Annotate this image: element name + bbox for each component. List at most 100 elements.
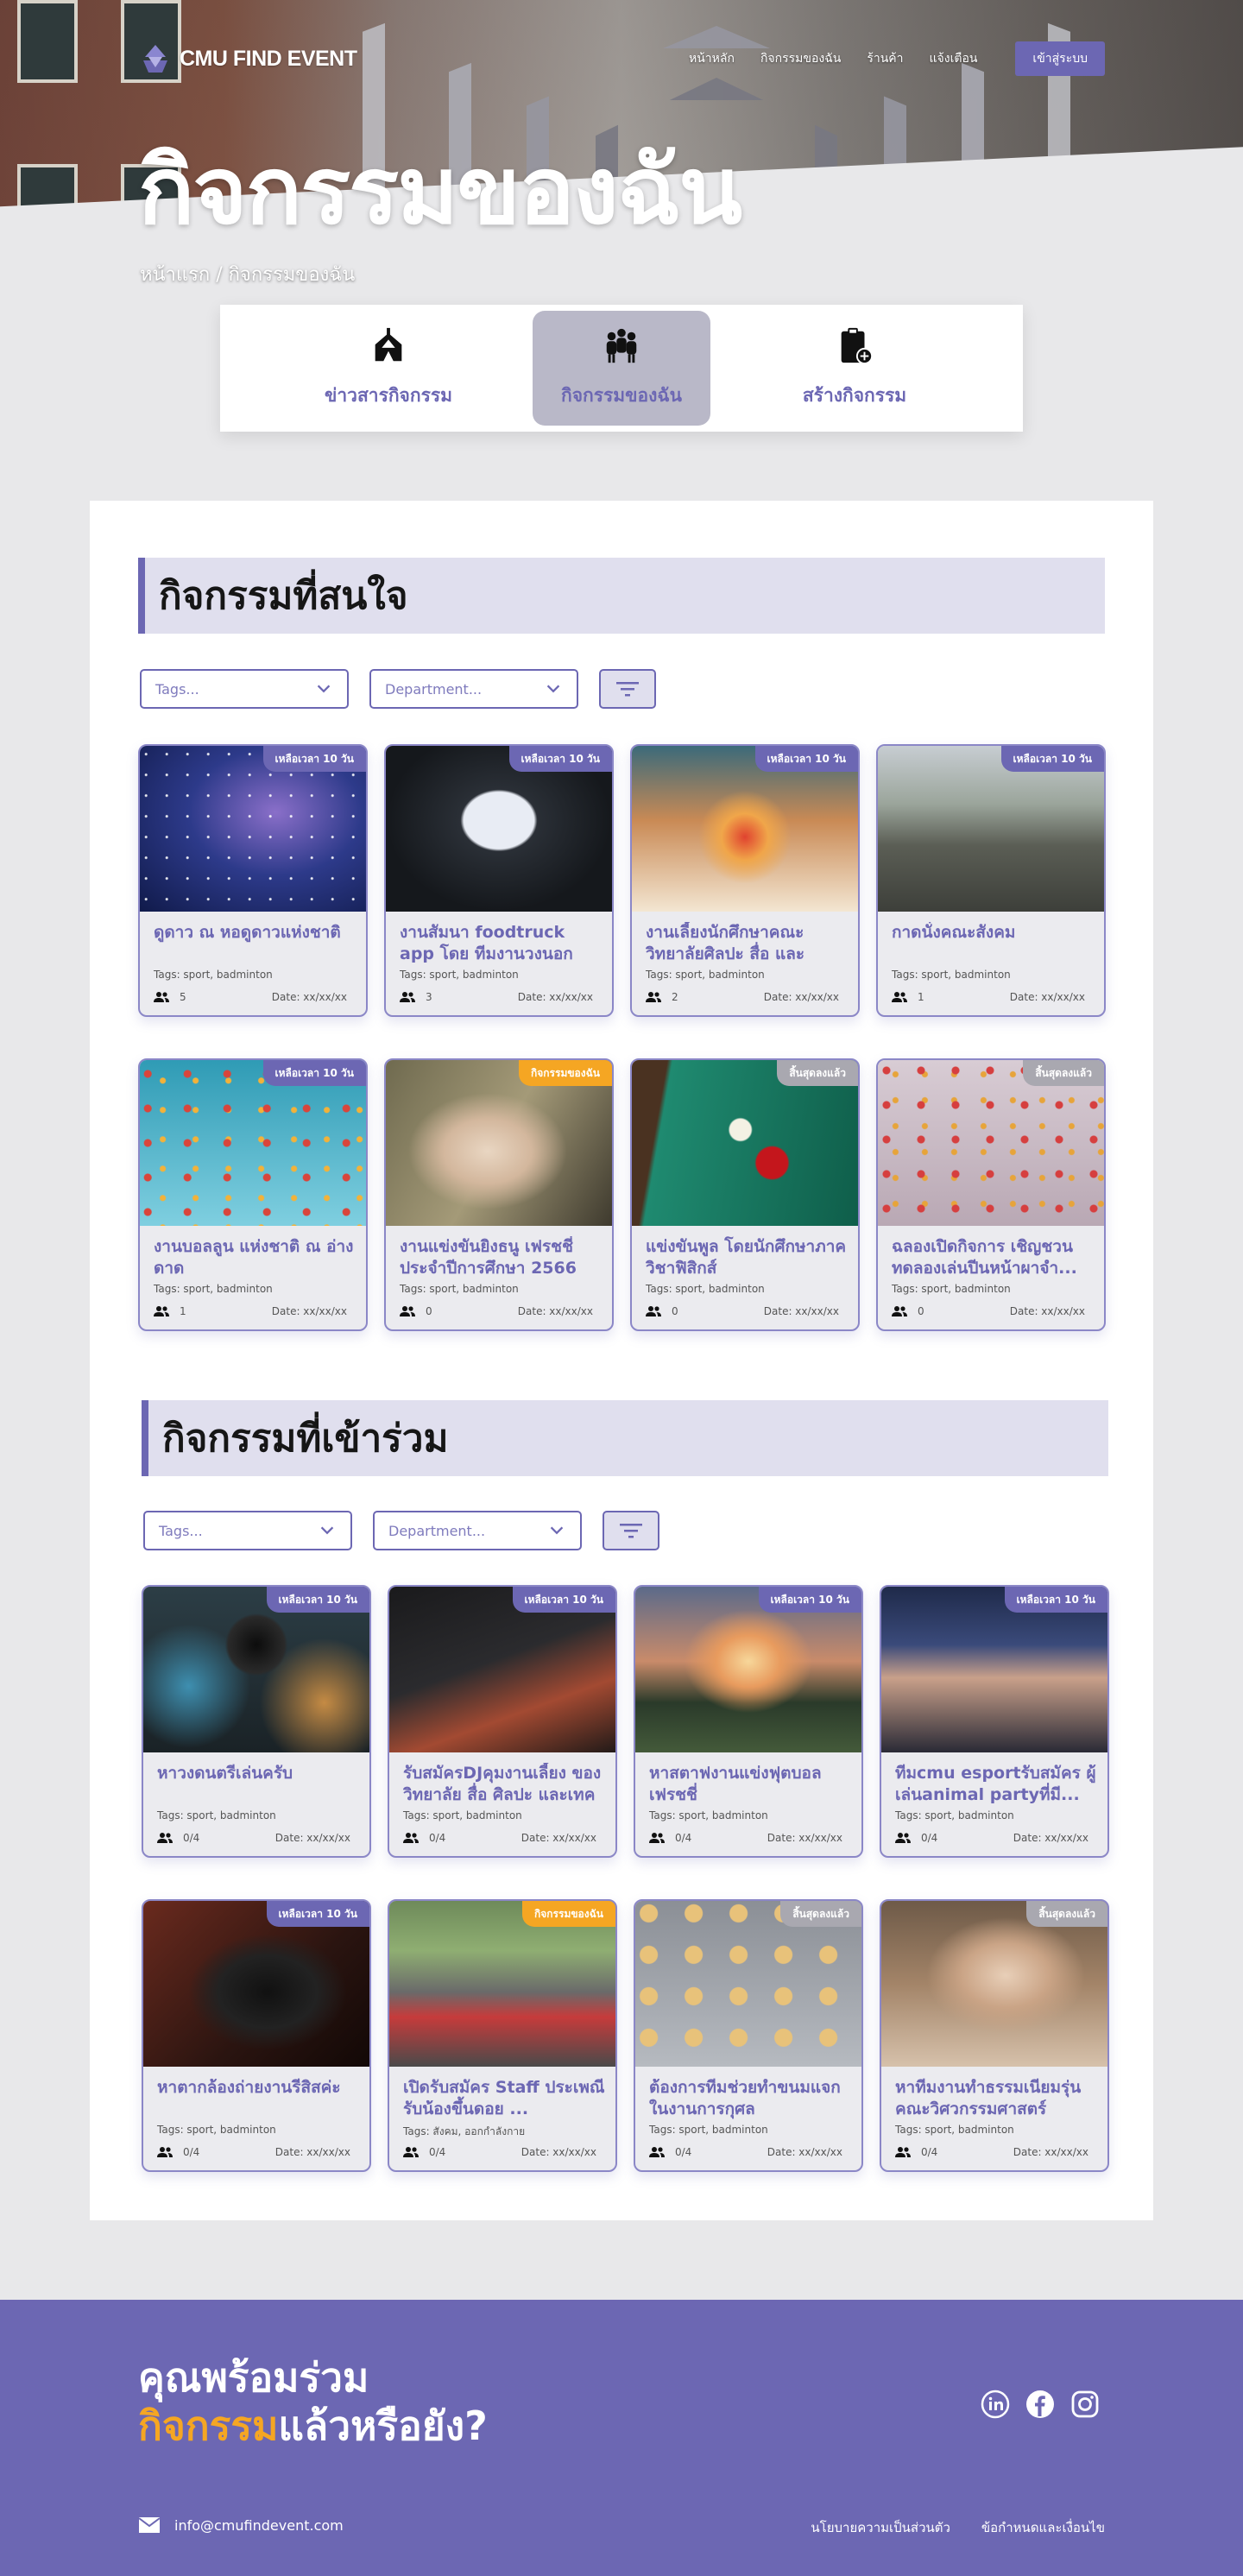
facebook-icon[interactable]: [1025, 2390, 1055, 2419]
activity-status-badge: เหลือเวลา 10 วัน: [754, 746, 858, 772]
activity-date: Date: xx/xx/xx: [274, 1832, 350, 1844]
filter-icon: [620, 1524, 642, 1538]
participant-count-value: 2: [672, 991, 678, 1003]
activity-title[interactable]: หาสตาฟงานแข่งฟุตบอล เฟรชชี่: [649, 1763, 851, 1806]
participant-count-value: 0/4: [183, 1832, 200, 1844]
participant-count: 5: [154, 991, 186, 1003]
participant-count-value: 0: [426, 1305, 432, 1317]
participant-count-value: 0/4: [675, 1832, 692, 1844]
activity-title[interactable]: รับสมัครDJคุมงานเลี้ยง ของวิทยาลัย สื่อ …: [403, 1763, 605, 1806]
activity-meta: 0 Date: xx/xx/xx: [646, 1305, 839, 1317]
cta-accent: กิจกรรม: [138, 2402, 279, 2449]
nav-notifications[interactable]: แจ้งเตือน: [930, 49, 978, 68]
terms-link[interactable]: ข้อกำหนดและเงื่อนไข: [981, 2517, 1105, 2538]
activity-card[interactable]: กิจกรรมของฉันงานแข่งขันยิงธนู เฟรชชี่ ปร…: [384, 1058, 614, 1331]
activity-meta: 5 Date: xx/xx/xx: [154, 991, 347, 1003]
activity-card[interactable]: เหลือเวลา 10 วัน ดูดาว ณ หอดูดาวแห่งชาติ T…: [138, 744, 368, 1017]
cta-line2: กิจกรรมแล้วหรือยัง?: [138, 2402, 488, 2450]
activity-date: Date: xx/xx/xx: [521, 2146, 596, 2158]
activity-date: Date: xx/xx/xx: [271, 1305, 347, 1317]
page-title: กิจกรรมของฉัน: [138, 137, 742, 245]
activity-title[interactable]: งานบอลลูน แห่งชาติ ณ อ่างดาด: [154, 1236, 356, 1279]
filter-button[interactable]: [599, 669, 656, 709]
activity-tags: Tags: sport, badminton: [157, 2124, 276, 2136]
activity-title[interactable]: กาดนั่งคณะสังคม: [892, 922, 1094, 944]
nav-my-activities[interactable]: กิจกรรมของฉัน: [760, 49, 841, 68]
activity-meta: 0/4 Date: xx/xx/xx: [157, 2146, 350, 2158]
activity-card[interactable]: เหลือเวลา 10 วันงานเลี้ยงนักศึกษาคณะวิทย…: [630, 744, 860, 1017]
activity-title[interactable]: งานสัมนา foodtruck app โดย ทีมงานวงนอก: [400, 922, 602, 965]
activity-title[interactable]: หาทีมงานทำธรรมเนียมรุ่น คณะวิศวกรรมศาสตร…: [895, 2077, 1097, 2120]
activity-status-badge: กิจกรรมของฉัน: [518, 1060, 612, 1086]
brand-name: CMU FIND EVENT: [180, 46, 357, 71]
activity-card[interactable]: เหลือเวลา 10 วัน งานสัมนา foodtruck app โ…: [384, 744, 614, 1017]
activity-title[interactable]: งานแข่งขันยิงธนู เฟรชชี่ ประจำปีการศึกษา…: [400, 1236, 602, 1279]
brand-logo[interactable]: CMU FIND EVENT: [140, 43, 357, 74]
tab-create-activity-label: สร้างกิจกรรม: [802, 385, 907, 406]
activity-card[interactable]: เหลือเวลา 10 วัน รับสมัครDJคุมงานเลี้ยง ข…: [388, 1585, 617, 1858]
department-select[interactable]: Department...: [369, 669, 578, 709]
filter-button[interactable]: [603, 1511, 659, 1550]
instagram-icon[interactable]: [1070, 2390, 1100, 2419]
department-select-placeholder: Department...: [385, 680, 483, 698]
activity-meta: 2 Date: xx/xx/xx: [646, 991, 839, 1003]
activity-card[interactable]: เหลือเวลา 10 วัน หาสตาฟงานแข่งฟุตบอล เฟรช…: [634, 1585, 863, 1858]
activity-title[interactable]: งานเลี้ยงนักศึกษาคณะวิทยาลัยศิลปะ สื่อ แ…: [646, 922, 848, 965]
activity-status-badge: เหลือเวลา 10 วัน: [262, 1060, 366, 1086]
activity-date: Date: xx/xx/xx: [767, 2146, 842, 2158]
activity-card[interactable]: กิจกรรมของฉันเปิดรับสมัคร Staff ประเพณีร…: [388, 1899, 617, 2172]
activity-meta: 1 Date: xx/xx/xx: [892, 991, 1085, 1003]
activity-tags: Tags: sport, badminton: [157, 1809, 276, 1822]
tags-select[interactable]: Tags...: [143, 1511, 352, 1550]
activity-meta: 1 Date: xx/xx/xx: [154, 1305, 347, 1317]
activity-date: Date: xx/xx/xx: [763, 991, 839, 1003]
brand-logo-icon: [143, 45, 167, 73]
activity-title[interactable]: ฉลองเปิดกิจการ เชิญชวน ทดลองเล่นปีนหน้าผ…: [892, 1236, 1094, 1279]
activity-card[interactable]: เหลือเวลา 10 วัน กาดนั่งคณะสังคม Tags: spo…: [876, 744, 1106, 1017]
activity-title[interactable]: ทีมcmu esportรับสมัคร ผู้เล่นanimal part…: [895, 1763, 1097, 1806]
department-select[interactable]: Department...: [373, 1511, 582, 1550]
activity-title[interactable]: ดูดาว ณ หอดูดาวแห่งชาติ: [154, 922, 356, 944]
activity-card[interactable]: สิ้นสุดลงแล้ว ฉลองเปิดกิจการ เชิญชวน ทดลอ…: [876, 1058, 1106, 1331]
linkedin-icon[interactable]: [981, 2390, 1010, 2419]
activity-title[interactable]: หาตากล้องถ่ายงานรีสิสค่ะ: [157, 2077, 359, 2099]
activity-card[interactable]: เหลือเวลา 10 วัน ทีมcmu esportรับสมัคร ผู…: [880, 1585, 1109, 1858]
activity-card[interactable]: เหลือเวลา 10 วัน หาวงดนตรีเล่นครับ Tags: s…: [142, 1585, 371, 1858]
activity-tags: Tags: sport, badminton: [649, 2124, 768, 2136]
activity-card[interactable]: สิ้นสุดลงแล้ว ต้องการทีมช่วยทำขนมแจก ในงา…: [634, 1899, 863, 2172]
nav-shop[interactable]: ร้านค้า: [867, 49, 903, 68]
activity-title[interactable]: หาวงดนตรีเล่นครับ: [157, 1763, 359, 1784]
participant-count-value: 0/4: [675, 2146, 692, 2158]
social-links: [981, 2390, 1100, 2419]
people-icon: [157, 1833, 173, 1843]
tab-activity-news[interactable]: ข่าวสารกิจกรรม: [300, 311, 477, 426]
mail-icon: [138, 2517, 161, 2533]
login-button[interactable]: เข้าสู่ระบบ: [1015, 41, 1105, 76]
chevron-down-icon: [550, 1526, 564, 1535]
section-header-interested: กิจกรรมที่สนใจ: [138, 558, 1105, 634]
privacy-link[interactable]: นโยบายความเป็นส่วนตัว: [811, 2517, 950, 2538]
filter-bar: Tags... Department...: [140, 669, 656, 709]
people-icon: [157, 2147, 173, 2157]
tab-create-activity[interactable]: สร้างกิจกรรม: [766, 311, 943, 426]
activity-title[interactable]: ต้องการทีมช่วยทำขนมแจก ในงานการกุศล: [649, 2077, 851, 2120]
activity-date: Date: xx/xx/xx: [1013, 2146, 1088, 2158]
participant-count: 0/4: [895, 1832, 937, 1844]
activity-date: Date: xx/xx/xx: [1009, 991, 1085, 1003]
tags-select[interactable]: Tags...: [140, 669, 349, 709]
participant-count: 0/4: [649, 1832, 691, 1844]
building-window: [17, 0, 78, 83]
activity-title[interactable]: เปิดรับสมัคร Staff ประเพณีรับน้องขึ้นดอย…: [403, 2077, 605, 2120]
activity-card[interactable]: สิ้นสุดลงแล้ว หาทีมงานทำธรรมเนียมรุ่น คณะ…: [880, 1899, 1109, 2172]
nav-home[interactable]: หน้าหลัก: [689, 49, 735, 68]
people-icon: [895, 2147, 911, 2157]
participant-count: 0/4: [157, 2146, 199, 2158]
footer-email[interactable]: info@cmufindevent.com: [138, 2516, 344, 2535]
activity-card[interactable]: เหลือเวลา 10 วัน หาตากล้องถ่ายงานรีสิสค่ะ…: [142, 1899, 371, 2172]
tab-my-activities[interactable]: กิจกรรมของฉัน: [533, 311, 710, 426]
activity-title[interactable]: แข่งขันพูล โดยนักศึกษาภาควิชาฟิสิกส์: [646, 1236, 848, 1279]
activity-tags: Tags: sport, badminton: [646, 1283, 765, 1295]
activity-card[interactable]: สิ้นสุดลงแล้ว แข่งขันพูล โดยนักศึกษาภาควิ…: [630, 1058, 860, 1331]
activity-status-badge: กิจกรรมของฉัน: [521, 1901, 615, 1927]
activity-card[interactable]: เหลือเวลา 10 วันงานบอลลูน แห่งชาติ ณ อ่า…: [138, 1058, 368, 1331]
